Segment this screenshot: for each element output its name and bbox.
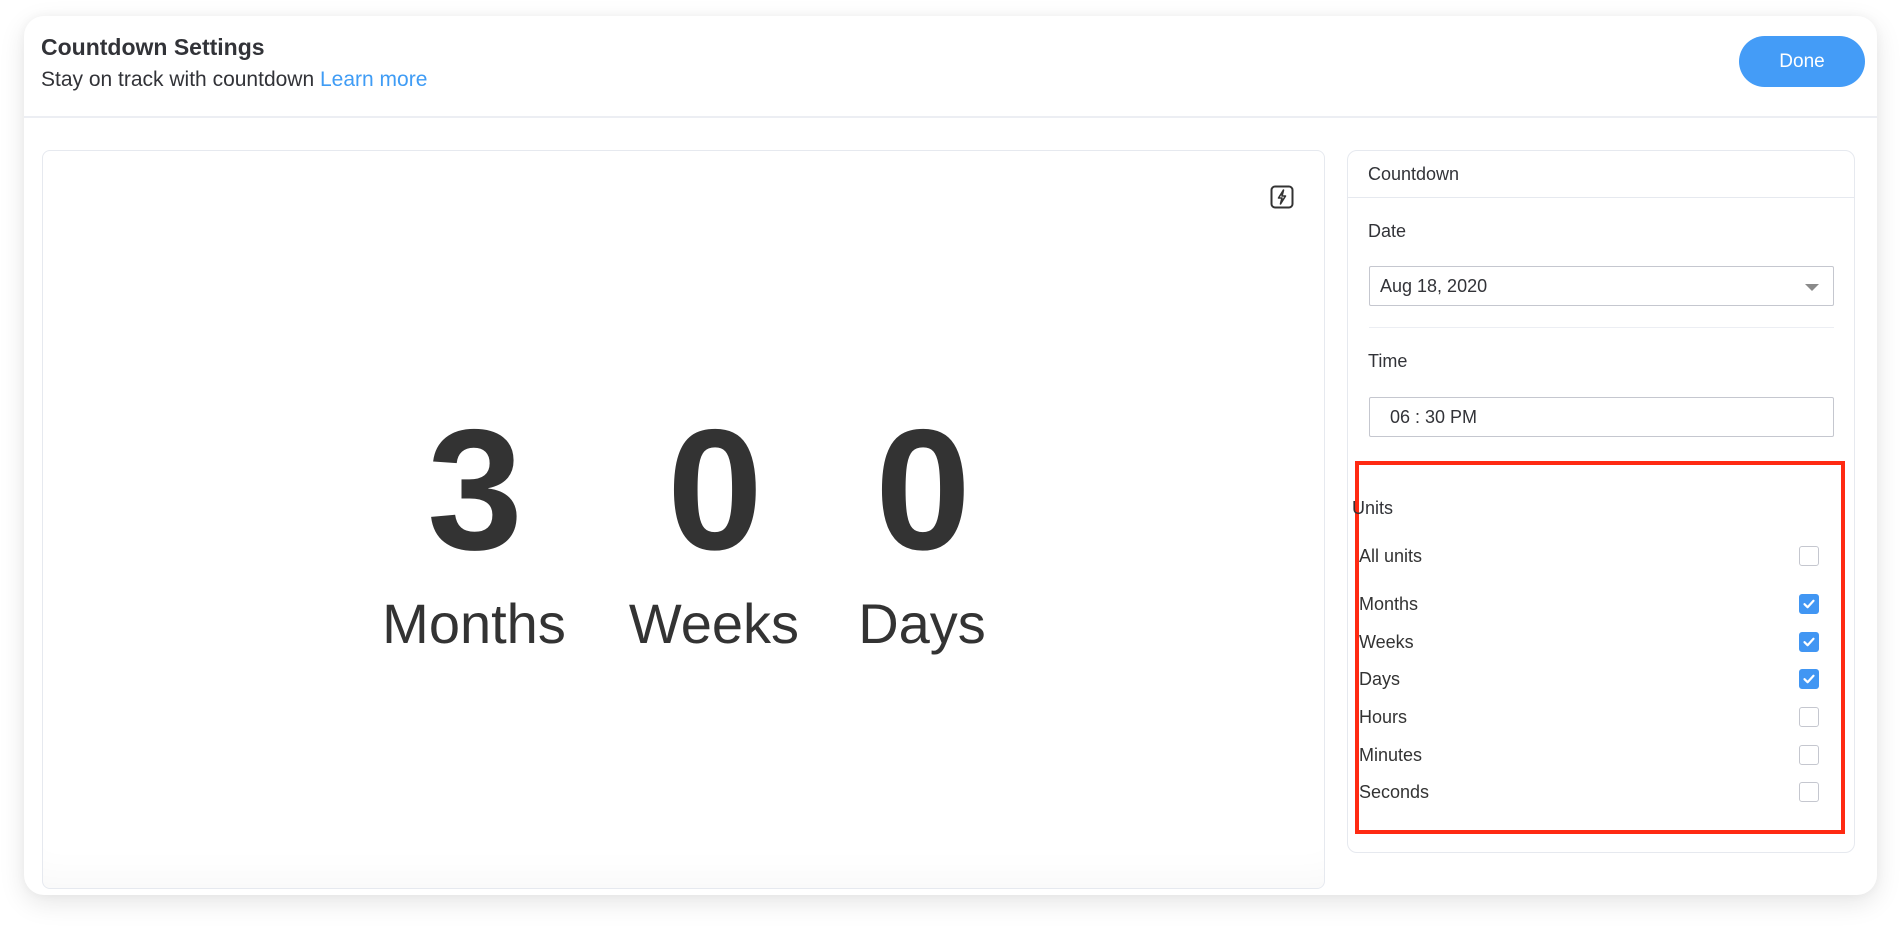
days-checkbox[interactable] <box>1799 669 1819 689</box>
unit-option-days[interactable]: Days <box>1359 664 1819 694</box>
units-label: Units <box>1352 498 1394 518</box>
minutes-checkbox[interactable] <box>1799 745 1819 765</box>
divider <box>1369 327 1834 328</box>
checkmark-icon <box>1803 637 1815 647</box>
time-value: 06 : 30 PM <box>1390 406 1478 427</box>
unit-option-label: Minutes <box>1359 744 1423 765</box>
date-label: Date <box>1368 221 1407 241</box>
unit-option-label: All units <box>1359 545 1423 566</box>
unit-option-months[interactable]: Months <box>1359 589 1819 619</box>
checkmark-icon <box>1803 674 1815 684</box>
countdown-label: Months <box>382 592 566 655</box>
seconds-checkbox[interactable] <box>1799 782 1819 802</box>
countdown-value: 0 <box>667 394 763 586</box>
settings-section-title: Countdown <box>1348 151 1854 198</box>
countdown-label: Weeks <box>628 592 800 655</box>
chevron-down-icon <box>1805 284 1819 291</box>
weeks-checkbox[interactable] <box>1799 632 1819 652</box>
unit-option-label: Seconds <box>1359 781 1430 802</box>
all-units-checkbox[interactable] <box>1799 546 1819 566</box>
unit-option-label: Hours <box>1359 706 1408 727</box>
modal-title: Countdown Settings <box>41 34 265 60</box>
unit-option-label: Weeks <box>1359 631 1414 652</box>
countdown-unit-days: 0 Days <box>812 404 1032 652</box>
countdown-unit-months: 3 Months <box>364 404 584 652</box>
header-divider <box>24 116 1877 118</box>
countdown-preview: 3 Months 0 Weeks 0 Days <box>42 150 1325 889</box>
done-button[interactable]: Done <box>1739 36 1865 87</box>
countdown-unit-weeks: 0 Weeks <box>604 404 824 652</box>
date-value: Aug 18, 2020 <box>1380 275 1488 296</box>
countdown-label: Days <box>858 592 986 655</box>
time-input[interactable]: 06 : 30 PM <box>1369 397 1834 437</box>
countdown-value: 0 <box>875 394 971 586</box>
checkmark-icon <box>1803 599 1815 609</box>
countdown-settings-modal: Countdown Settings Stay on track with co… <box>24 16 1877 895</box>
months-checkbox[interactable] <box>1799 594 1819 614</box>
date-dropdown[interactable]: Aug 18, 2020 <box>1369 266 1834 306</box>
countdown-value: 3 <box>427 394 523 586</box>
unit-option-label: Months <box>1359 593 1419 614</box>
learn-more-link[interactable]: Learn more <box>320 68 427 91</box>
unit-option-seconds[interactable]: Seconds <box>1359 777 1819 807</box>
unit-option-weeks[interactable]: Weeks <box>1359 627 1819 657</box>
unit-option-all-units[interactable]: All units <box>1359 541 1819 571</box>
time-label: Time <box>1368 351 1408 371</box>
hours-checkbox[interactable] <box>1799 707 1819 727</box>
unit-option-label: Days <box>1359 668 1401 689</box>
unit-option-hours[interactable]: Hours <box>1359 702 1819 732</box>
unit-option-minutes[interactable]: Minutes <box>1359 740 1819 770</box>
modal-subtitle: Stay on track with countdown Learn more <box>41 68 427 92</box>
lightning-icon[interactable] <box>1270 185 1294 209</box>
subtitle-text: Stay on track with countdown <box>41 68 315 91</box>
